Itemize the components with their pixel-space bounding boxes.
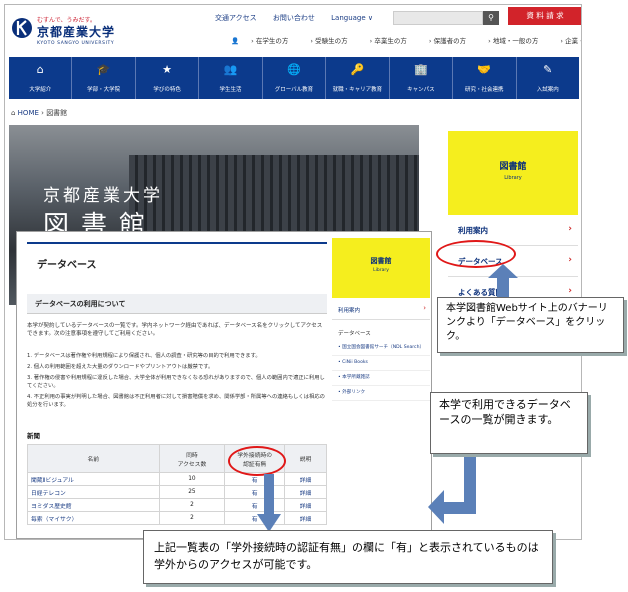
sidebar-item-guide[interactable]: 利用案内 › <box>332 298 430 320</box>
university-logo[interactable]: むすんで、うみだす。 京都産業大学 KYOTO SANGYO UNIVERSIT… <box>11 11 141 51</box>
language-menu[interactable]: Language ∨ <box>331 14 373 22</box>
pencil-icon: ✎ <box>543 63 553 76</box>
section-newspapers: 新聞 <box>27 432 40 440</box>
breadcrumb-current: 図書館 <box>46 109 68 117</box>
nav-faculties[interactable]: 🎓 学部・大学院 <box>72 57 136 99</box>
top-links: 交通アクセス お問い合わせ Language ∨ <box>215 13 387 23</box>
arrow-elbow-icon <box>428 454 476 524</box>
star-icon: ★ <box>162 63 173 76</box>
sidebar-subitem[interactable]: • 外部リンク <box>332 386 430 401</box>
audience-links: 👤 › 在学生の方 › 受験生の方 › 卒業生の方 › 保護者の方 › 地域・一… <box>231 35 581 45</box>
callout-offcampus-access: 上記一覧表の「学外接続時の認証有無」の欄に「有」と表示されているものは学外からの… <box>143 530 553 584</box>
ksu-logo-icon <box>12 18 32 38</box>
col-concurrent-access: 同時 アクセス数 <box>158 444 226 473</box>
access-link[interactable]: 交通アクセス <box>215 14 257 22</box>
intro-text: 本学が契約しているデータベースの一覧です。学内ネットワーク経由であれば、データベ… <box>27 323 323 337</box>
sidebar-subitem[interactable]: • 本学所蔵雑誌 <box>332 371 430 386</box>
home-icon: ⌂ <box>11 109 18 117</box>
library-banner-title: 図書館 <box>499 162 527 172</box>
audience-link[interactable]: › 受験生の方 <box>310 37 357 45</box>
nav-research[interactable]: 🤝 研究・社会連携 <box>453 57 517 99</box>
key-icon: 🔑 <box>350 63 365 76</box>
chevron-right-icon: › <box>568 224 572 234</box>
nav-career[interactable]: 🔑 就職・キャリア教育 <box>326 57 390 99</box>
col-description: 説明 <box>284 444 327 473</box>
db-name-link[interactable]: ヨミダス歴史館 <box>27 498 160 512</box>
db-name-link[interactable]: 聞蔵Ⅱビジュアル <box>27 472 160 486</box>
library-banner-title: 図書館 <box>370 257 392 265</box>
detail-link[interactable]: 詳細 <box>284 485 327 499</box>
sidebar-subitem[interactable]: • CiNii Books <box>332 356 430 371</box>
table-row: ヨミダス歴史館 2 有 詳細 <box>27 498 327 512</box>
university-name-en: KYOTO SANGYO UNIVERSITY <box>37 41 115 46</box>
nav-global[interactable]: 🌐 グローバル教育 <box>263 57 327 99</box>
access-count: 25 <box>158 485 226 499</box>
table-row: 聞蔵Ⅱビジュアル 10 有 詳細 <box>27 472 327 486</box>
access-count: 2 <box>158 511 226 525</box>
database-page-title: データベース <box>27 242 327 278</box>
breadcrumb-home[interactable]: HOME <box>18 109 39 117</box>
nav-admissions[interactable]: ✎ 入試案内 <box>517 57 579 99</box>
nav-campus[interactable]: 🏢 キャンパス <box>390 57 454 99</box>
notes-list: 1. データベースは著作権や利用規程により保護され、個人の調査・研究等の目的で利… <box>27 352 327 412</box>
search-input[interactable] <box>393 11 483 25</box>
global-nav: ⌂ 大学紹介 🎓 学部・大学院 ★ 学びの特色 👥 学生生活 🌐 グローバル教育 🔑 就職・… <box>9 57 579 99</box>
library-banner-subtitle: Library <box>373 268 389 273</box>
detail-link[interactable]: 詳細 <box>284 498 327 512</box>
chevron-right-icon: › <box>423 304 426 312</box>
sidebar-subitem[interactable]: • 国立国会図書館サーチ（NDL Search） <box>332 341 430 356</box>
breadcrumb: ⌂ HOME › 図書館 <box>11 109 68 117</box>
detail-link[interactable]: 詳細 <box>284 472 327 486</box>
request-materials-button[interactable]: 資 料 請 求 <box>508 7 581 25</box>
contact-link[interactable]: お問い合わせ <box>273 14 315 22</box>
db-name-link[interactable]: 毎索（マイサク） <box>27 511 160 525</box>
building-icon: ⌂ <box>36 63 44 76</box>
audience-link[interactable]: › 企業・教育関係の方 <box>560 37 581 45</box>
db-name-link[interactable]: 日経テレコン <box>27 485 160 499</box>
library-banner-subtitle: Library <box>504 175 522 181</box>
database-sidebar: 図書館 Library 利用案内 › データベース • 国立国会図書館サーチ（ND… <box>332 238 430 401</box>
site-header: むすんで、うみだす。 京都産業大学 KYOTO SANGYO UNIVERSIT… <box>5 5 581 57</box>
globe-icon: 🌐 <box>287 63 301 76</box>
audience-link[interactable]: › 保護者の方 <box>429 37 476 45</box>
note-item: 3. 著作権の侵害や利用規程に違反した場合、大学全体が利用できなくなる恐れがあり… <box>27 375 325 389</box>
access-count: 10 <box>158 472 226 486</box>
nav-features[interactable]: ★ 学びの特色 <box>136 57 200 99</box>
table-row: 日経テレコン 25 有 詳細 <box>27 485 327 499</box>
library-banner[interactable]: 図書館 Library <box>448 131 578 215</box>
note-item: 4. 不正利用の事実が判明した場合、図書館は不正利用者に対して損害賠償を求め、関… <box>27 394 325 408</box>
library-banner[interactable]: 図書館 Library <box>332 238 430 298</box>
database-page-screenshot: データベース データベースの利用について 本学が契約しているデータベースの一覧で… <box>16 231 432 539</box>
usage-heading: データベースの利用について <box>27 294 327 314</box>
arrow-down-icon <box>257 474 281 532</box>
callout-click-database: 本学図書館Webサイト上のバナーリンクより「データベース」をクリック。 <box>437 297 624 353</box>
detail-link[interactable]: 詳細 <box>284 511 327 525</box>
people-icon: 👥 <box>223 63 238 76</box>
access-count: 2 <box>158 498 226 512</box>
graduation-cap-icon: 🎓 <box>96 63 111 76</box>
university-name: 京都産業大学 <box>37 25 116 39</box>
search-icon[interactable]: ⚲ <box>483 11 499 25</box>
table-row: 毎索（マイサク） 2 有 詳細 <box>27 511 327 525</box>
nav-student-life[interactable]: 👥 学生生活 <box>199 57 263 99</box>
hero-title-line1: 京都産業大学 <box>43 186 163 206</box>
person-icon: 👤 <box>231 37 240 45</box>
auth-column-highlight-oval <box>228 446 286 476</box>
sidebar-section-database: データベース <box>338 331 371 337</box>
col-name: 名前 <box>27 444 160 473</box>
audience-link[interactable]: › 卒業生の方 <box>370 37 417 45</box>
note-item: 2. 個人の利用範囲を超えた大量のダウンロードやプリントアウトは厳禁です。 <box>27 364 214 370</box>
campus-icon: 🏢 <box>413 63 428 76</box>
handshake-icon: 🤝 <box>477 63 492 76</box>
nav-about[interactable]: ⌂ 大学紹介 <box>9 57 73 99</box>
note-item: 1. データベースは著作権や利用規程により保護され、個人の調査・研究等の目的で利… <box>27 353 261 359</box>
chevron-right-icon: › <box>568 286 572 296</box>
audience-link[interactable]: › 地域・一般の方 <box>488 37 548 45</box>
chevron-right-icon: › <box>568 255 572 265</box>
callout-list-opens: 本学で利用できるデータベースの一覧が開きます。 <box>430 392 588 454</box>
audience-link[interactable]: › 在学生の方 <box>251 37 298 45</box>
